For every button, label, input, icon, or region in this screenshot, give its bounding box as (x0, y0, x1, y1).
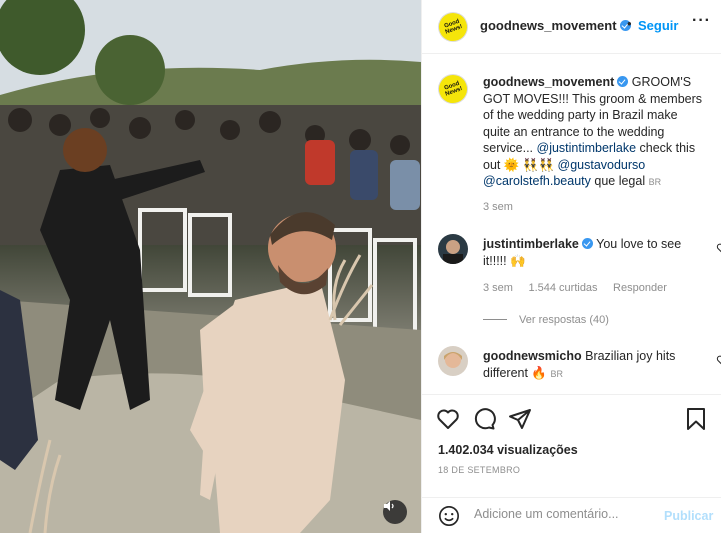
avatar-logo-text: Good News! (443, 18, 464, 36)
translation-tag[interactable]: BR (550, 369, 563, 379)
caption-avatar-text: Good News! (443, 80, 464, 98)
more-options-icon[interactable]: ··· (692, 12, 711, 30)
view-count[interactable]: 1.402.034 visualizações (438, 443, 578, 457)
commenter-avatar[interactable] (438, 234, 468, 264)
follow-button[interactable]: Seguir (638, 18, 678, 33)
post-date[interactable]: 18 DE SETEMBRO (438, 465, 520, 475)
comments-list[interactable]: Good News! goodnews_movement GROOM'S GOT… (422, 54, 721, 394)
comment-text: justintimberlake You love to see it!!!!!… (483, 236, 708, 269)
reply-button[interactable]: Responder (613, 282, 667, 294)
heart-icon[interactable] (436, 407, 460, 431)
post-header: Good News! goodnews_movement • Seguir ··… (422, 0, 721, 54)
post-panel: Good News! goodnews_movement • Seguir ··… (421, 0, 721, 533)
verified-badge-icon (581, 238, 593, 249)
mute-toggle-button[interactable] (383, 500, 407, 524)
video-frame (0, 0, 421, 533)
mention-link[interactable]: @justintimberlake (537, 141, 637, 155)
caption-time: 3 sem (483, 201, 513, 213)
bookmark-icon[interactable] (684, 407, 708, 431)
commenter-avatar[interactable] (438, 346, 468, 376)
author-avatar[interactable]: Good News! (433, 7, 473, 47)
replies-divider (483, 319, 507, 321)
like-comment-heart-icon[interactable] (716, 354, 721, 366)
share-icon[interactable] (508, 407, 532, 431)
comment-likes[interactable]: 1.544 curtidas (528, 282, 597, 294)
emoji-icon[interactable] (438, 505, 460, 527)
view-replies-text: Ver respostas (40) (519, 314, 609, 326)
commenter-username[interactable]: goodnewsmicho (483, 349, 582, 363)
separator-dot: • (627, 16, 632, 31)
publish-button[interactable]: Publicar (664, 509, 713, 523)
comment-icon[interactable] (472, 407, 496, 431)
mention-link[interactable]: @gustavodurso (558, 158, 646, 172)
mention-link[interactable]: @carolstefh.beauty (483, 174, 591, 188)
comment-input[interactable] (472, 506, 626, 522)
commenter-username[interactable]: justintimberlake (483, 237, 579, 251)
caption-avatar[interactable]: Good News! (433, 69, 473, 109)
like-comment-heart-icon[interactable] (716, 242, 721, 254)
add-comment-bar: Publicar (422, 497, 721, 533)
caption-username[interactable]: goodnews_movement (483, 75, 614, 89)
comment-text: goodnewsmicho Brazilian joy hits differe… (483, 348, 708, 382)
comment-meta: 3 sem 1.544 curtidas Responder (483, 280, 667, 294)
action-bar: 1.402.034 visualizações 18 DE SETEMBRO (422, 394, 721, 504)
video-player[interactable] (0, 0, 421, 533)
translation-tag[interactable]: BR (649, 177, 662, 187)
caption-text: goodnews_movement GROOM'S GOT MOVES!!! T… (483, 74, 708, 191)
author-username-text: goodnews_movement (480, 18, 617, 33)
view-replies-button[interactable]: Ver respostas (40) (483, 312, 609, 326)
verified-badge-icon (617, 76, 629, 87)
author-username[interactable]: goodnews_movement (480, 18, 631, 33)
comment-time: 3 sem (483, 282, 513, 294)
caption-body-3: que legal (590, 174, 646, 188)
